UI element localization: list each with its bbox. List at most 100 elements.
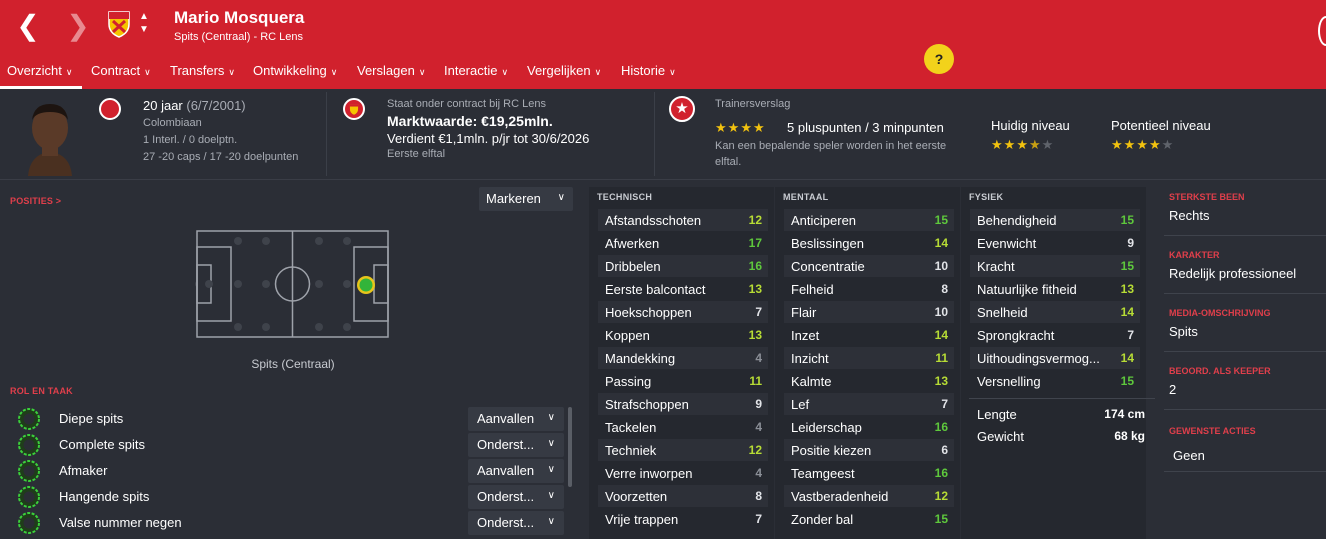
attribute-row[interactable]: Kalmte 13 <box>784 370 954 392</box>
edge-button-icon[interactable] <box>1318 16 1326 46</box>
chevron-down-icon: ∨ <box>669 67 676 77</box>
squad-status: Eerste elftal <box>387 148 446 160</box>
duty-dropdown[interactable]: Onderst... ∨ <box>468 485 564 509</box>
attribute-row[interactable]: Inzicht 11 <box>784 347 954 369</box>
attribute-row[interactable]: Lef 7 <box>784 393 954 415</box>
role-row[interactable]: Complete spits Onderst... ∨ <box>14 433 570 457</box>
highlight-dropdown[interactable]: Markeren ∨ <box>479 187 573 211</box>
forward-arrow-icon[interactable]: ❯ <box>66 12 90 40</box>
attribute-row[interactable]: Teamgeest 16 <box>784 462 954 484</box>
tab-contract[interactable]: Contract ∨ <box>91 63 151 78</box>
club-crest-icon[interactable] <box>107 10 131 38</box>
attribute-row[interactable]: Inzet 14 <box>784 324 954 346</box>
attribute-row[interactable]: Kracht 15 <box>970 255 1140 277</box>
star-icon: ★ <box>1041 137 1055 152</box>
role-row[interactable]: Valse nummer negen Onderst... ∨ <box>14 511 570 535</box>
chevron-down-icon: ∨ <box>65 67 73 77</box>
duty-dropdown[interactable]: Aanvallen ∨ <box>468 459 564 483</box>
attribute-row[interactable]: Versnelling 15 <box>970 370 1140 392</box>
attribute-row[interactable]: Vrije trappen 7 <box>598 508 768 530</box>
attribute-row[interactable]: Strafschoppen 9 <box>598 393 768 415</box>
attribute-row[interactable]: Zonder bal 15 <box>784 508 954 530</box>
attribute-row[interactable]: Mandekking 4 <box>598 347 768 369</box>
role-row[interactable]: Hangende spits Onderst... ∨ <box>14 485 570 509</box>
attribute-row[interactable]: Uithoudingsvermog... 14 <box>970 347 1140 369</box>
role-row[interactable]: Afmaker Aanvallen ∨ <box>14 459 570 483</box>
chevron-down-icon: ∨ <box>330 67 338 77</box>
attribute-name: Techniek <box>605 443 657 458</box>
attribute-row[interactable]: Voorzetten 8 <box>598 485 768 507</box>
role-row[interactable]: Diepe spits Aanvallen ∨ <box>14 407 570 431</box>
attribute-row[interactable]: Sprongkracht 7 <box>970 324 1140 346</box>
attribute-row[interactable]: Afstandsschoten 12 <box>598 209 768 231</box>
attribute-row[interactable]: Snelheid 14 <box>970 301 1140 323</box>
divider <box>654 92 655 176</box>
attribute-value: 15 <box>934 213 948 227</box>
attribute-row[interactable]: Techniek 12 <box>598 439 768 461</box>
attribute-name: Eerste balcontact <box>605 282 706 297</box>
attribute-row[interactable]: Afwerken 17 <box>598 232 768 254</box>
tab-overzicht[interactable]: Overzicht ∨ <box>7 63 73 78</box>
star-icon: ★ <box>1148 137 1162 152</box>
tab-ontwikkeling[interactable]: Ontwikkeling ∨ <box>253 63 337 78</box>
tab-historie[interactable]: Historie ∨ <box>621 63 676 78</box>
roles-title: ROL EN TAAK <box>10 386 73 396</box>
duty-dropdown[interactable]: Onderst... ∨ <box>468 433 564 457</box>
player-subtitle: Spits (Centraal) - RC Lens <box>174 31 303 43</box>
duty-dropdown[interactable]: Aanvallen ∨ <box>468 407 564 431</box>
chevron-down-icon: ∨ <box>557 192 565 203</box>
attribute-row[interactable]: Flair 10 <box>784 301 954 323</box>
attribute-name: Lef <box>791 397 810 412</box>
chevron-down-icon: ∨ <box>547 438 555 449</box>
attribute-row[interactable]: Evenwicht 9 <box>970 232 1140 254</box>
tab-interactie[interactable]: Interactie ∨ <box>444 63 508 78</box>
attribute-row[interactable]: Leiderschap 16 <box>784 416 954 438</box>
attribute-name: Sprongkracht <box>977 328 1055 343</box>
attribute-value: 13 <box>934 374 948 388</box>
attribute-name: Concentratie <box>791 259 865 274</box>
attribute-row[interactable]: Hoekschoppen 7 <box>598 301 768 323</box>
divider <box>1164 409 1326 410</box>
scrollbar[interactable] <box>568 407 572 487</box>
attribute-row[interactable]: Tackelen 4 <box>598 416 768 438</box>
youth-caps: 27 -20 caps / 17 -20 doelpunten <box>143 151 299 163</box>
attribute-value: 13 <box>748 282 762 296</box>
mental-header: MENTAAL <box>783 192 829 202</box>
star-icon: ★ <box>1136 137 1149 152</box>
attribute-row[interactable]: Verre inworpen 4 <box>598 462 768 484</box>
attribute-row[interactable]: Dribbelen 16 <box>598 255 768 277</box>
tab-transfers[interactable]: Transfers ∨ <box>170 63 235 78</box>
attribute-row[interactable]: Natuurlijke fitheid 13 <box>970 278 1140 300</box>
help-button[interactable]: ? <box>924 44 954 74</box>
attribute-row[interactable]: Positie kiezen 6 <box>784 439 954 461</box>
back-arrow-icon[interactable]: ❮ <box>16 12 40 40</box>
chevron-down-icon: ∨ <box>228 67 236 77</box>
attribute-row[interactable]: Beslissingen 14 <box>784 232 954 254</box>
attribute-row[interactable]: Felheid 8 <box>784 278 954 300</box>
attribute-row[interactable]: Behendigheid 15 <box>970 209 1140 231</box>
tab-vergelijken[interactable]: Vergelijken ∨ <box>527 63 601 78</box>
attribute-name: Behendigheid <box>977 213 1057 228</box>
star-icon: ★ <box>1016 137 1029 152</box>
chevron-up-icon[interactable]: ▲ <box>137 11 151 23</box>
attribute-name: Vrije trappen <box>605 512 679 527</box>
attribute-row[interactable]: Passing 11 <box>598 370 768 392</box>
tab-verslagen[interactable]: Verslagen ∨ <box>357 63 425 78</box>
attribute-row[interactable]: Eerste balcontact 13 <box>598 278 768 300</box>
attribute-value: 9 <box>755 397 762 411</box>
duty-dropdown[interactable]: Onderst... ∨ <box>468 511 564 535</box>
report-stars: ★★★★ <box>715 120 766 136</box>
positions-title[interactable]: POSITIES > <box>10 196 61 206</box>
media-value: Spits <box>1169 324 1198 339</box>
chevron-down-icon[interactable]: ▼ <box>137 24 151 36</box>
attribute-value: 9 <box>1127 236 1134 250</box>
attribute-row[interactable]: Anticiperen 15 <box>784 209 954 231</box>
attribute-name: Inzet <box>791 328 820 343</box>
potential-ability-label: Potentieel niveau <box>1111 118 1211 133</box>
attribute-row[interactable]: Koppen 13 <box>598 324 768 346</box>
report-title: Trainersverslag <box>715 98 791 110</box>
attribute-row[interactable]: Concentratie 10 <box>784 255 954 277</box>
attribute-name: Strafschoppen <box>605 397 689 412</box>
role-suitability-icon <box>18 460 40 482</box>
attribute-row[interactable]: Vastberadenheid 12 <box>784 485 954 507</box>
